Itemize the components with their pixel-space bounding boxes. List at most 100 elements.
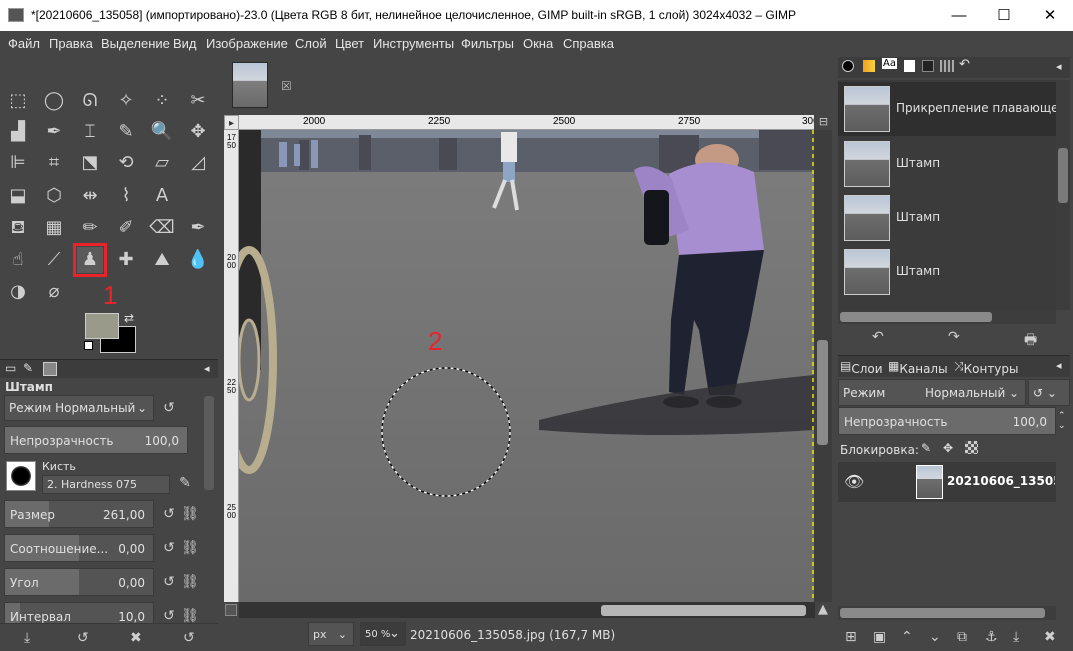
unit-select[interactable]: px ⌄ [308,622,354,646]
smudge-icon[interactable]: ☝ [5,247,31,273]
dodge-icon[interactable]: ◑ [5,279,31,305]
restore-options-icon[interactable]: ↺ [77,630,89,646]
layer-opacity-spinner[interactable]: Непрозрачность 100,0 [838,407,1056,435]
menu-view[interactable]: Вид [173,36,197,51]
angle-spinner[interactable]: Угол 0,00 [4,568,154,596]
tab-layers[interactable]: ▤ Слои [840,359,883,376]
quick-mask-toggle[interactable] [225,604,237,616]
maximize-button[interactable]: ☐ [981,0,1027,31]
lower-layer-icon[interactable]: ⌄ [929,629,941,645]
anchor-layer-icon[interactable]: ⚓ [985,629,998,645]
image-tab-icon[interactable] [43,362,57,376]
eraser-icon[interactable]: ⌫ [149,215,175,241]
menu-layer[interactable]: Слой [295,36,327,51]
image-canvas[interactable]: 2 [239,130,814,602]
menu-image[interactable]: Изображение [206,36,288,51]
aspect-spinner[interactable]: Соотношение... 0,00 [4,534,154,562]
menu-tools[interactable]: Инструменты [373,36,454,51]
rect-select-icon[interactable]: ⬚ [5,88,31,114]
reset-angle-icon[interactable]: ↺ [160,573,178,591]
heal-icon[interactable]: ✚ [113,247,139,273]
reset-size-icon[interactable]: ↺ [160,505,178,523]
clone-stamp-icon[interactable]: ♟ [73,243,107,277]
magic-wand-icon[interactable]: ✧ [113,88,139,114]
lock-position-icon[interactable]: ✥ [943,441,953,455]
tool-options-tab-icon[interactable]: ▭ [5,361,16,375]
history-vertical-scrollbar[interactable] [1056,80,1070,310]
handle-transform-icon[interactable]: ⬓ [5,183,31,209]
unified-transform-icon[interactable]: ⬔ [77,150,103,176]
reset-mode-icon[interactable]: ↺ [160,399,178,417]
close-image-tab-icon[interactable]: ☒ [281,79,292,93]
history-item[interactable]: Штамп [838,137,1056,191]
history-hscroll-thumb[interactable] [840,312,992,322]
color-picker-icon[interactable]: ✎ [113,119,139,145]
new-layer-icon[interactable]: ⊞ [845,629,857,645]
zoom-chevron-down-icon[interactable]: ⌄ [389,626,400,641]
blur-icon[interactable]: 💧 [185,247,211,273]
align-icon[interactable]: ⊫ [5,150,31,176]
right-dock-menu-icon[interactable]: ◂ [1056,60,1062,73]
history-horizontal-scrollbar[interactable] [838,310,1056,324]
paint-mode-select[interactable]: Режим Нормальный ⌄ [4,395,154,421]
scissors-icon[interactable]: ✂ [185,88,211,114]
lasso-icon[interactable]: ᘏ [77,88,103,114]
history-scroll-thumb[interactable] [1058,148,1068,203]
swap-colors-icon[interactable]: ⇄ [124,311,134,325]
reset-aspect-icon[interactable]: ↺ [160,539,178,557]
vertical-scroll-thumb[interactable] [817,340,828,445]
navigate-icon[interactable]: ▲ [818,602,832,618]
shear-icon[interactable]: ▱ [149,150,175,176]
delete-layer-icon[interactable]: ✖ [1044,629,1056,645]
reset-options-icon[interactable]: ↺ [183,630,195,646]
crop-icon[interactable]: ⌗ [41,150,67,176]
pencil-icon[interactable]: ✏ [77,215,103,241]
device-status-tab-icon[interactable]: ✎ [23,361,33,375]
perspective-clone-icon[interactable]: ⛰ [149,247,175,273]
duplicate-layer-icon[interactable]: ⧉ [957,629,967,645]
menu-filters[interactable]: Фильтры [461,36,514,51]
flip-icon[interactable]: ⇹ [77,183,103,209]
gradient-icon[interactable]: ▦ [41,215,67,241]
templates-tab-icon[interactable] [922,60,934,72]
ink-icon[interactable]: ✒ [185,215,211,241]
mypaint-icon[interactable]: ⟋ [41,247,67,273]
brush-preview[interactable] [6,461,36,491]
redo-icon[interactable]: ↷ [948,329,960,345]
new-layer-group-icon[interactable]: ▣ [873,629,886,645]
default-colors-icon[interactable] [84,341,93,350]
clear-history-icon[interactable]: 🖶 [1024,329,1037,353]
eye-icon[interactable]: 👁 [844,472,864,491]
edit-brush-icon[interactable]: ✎ [176,474,194,492]
layers-hscrollbar[interactable] [838,606,1056,620]
canvas-vertical-scrollbar[interactable] [814,130,832,602]
text-icon[interactable]: A [149,183,175,209]
move-icon[interactable]: ✥ [185,119,211,145]
link-angle-icon[interactable]: ⛓ [181,573,199,591]
tab-paths[interactable]: ⤨ Контуры [954,359,1019,376]
menu-color[interactable]: Цвет [335,36,364,51]
rotate-icon[interactable]: ⟲ [113,150,139,176]
brushes-tab-icon[interactable] [842,60,854,72]
size-spinner[interactable]: Размер 261,00 [4,500,154,528]
paths-icon[interactable]: ✒ [41,119,67,145]
patterns-tab-icon[interactable] [863,60,875,72]
menu-file[interactable]: Файл [8,36,40,51]
opacity-spinner[interactable]: Непрозрачность 100,0 [4,426,188,454]
ellipse-select-icon[interactable]: ◯ [41,88,67,114]
image-tab-thumbnail[interactable] [232,62,268,108]
undo-history-tab-icon[interactable]: ↶ [959,57,970,72]
vertical-ruler[interactable]: 1750 2000 2250 2500 [224,130,239,602]
foreground-color-swatch[interactable] [85,313,119,339]
undo-icon[interactable]: ↶ [872,329,884,345]
minimize-button[interactable]: — [936,0,982,31]
color-select-icon[interactable]: ⁘ [149,88,175,114]
layers-hscroll-thumb[interactable] [840,608,1045,618]
menu-windows[interactable]: Окна [523,36,553,51]
foreground-select-icon[interactable]: ▟ [5,119,31,145]
menu-select[interactable]: Выделение [101,36,170,51]
raise-layer-icon[interactable]: ⌃ [901,629,913,645]
fonts-tab-icon[interactable]: Aa [882,58,897,69]
layer-mode-reset[interactable]: ↺ ⌄ [1028,379,1070,406]
undo-history-list[interactable]: Прикрепление плавающего слоя Штамп Штамп… [838,80,1056,310]
